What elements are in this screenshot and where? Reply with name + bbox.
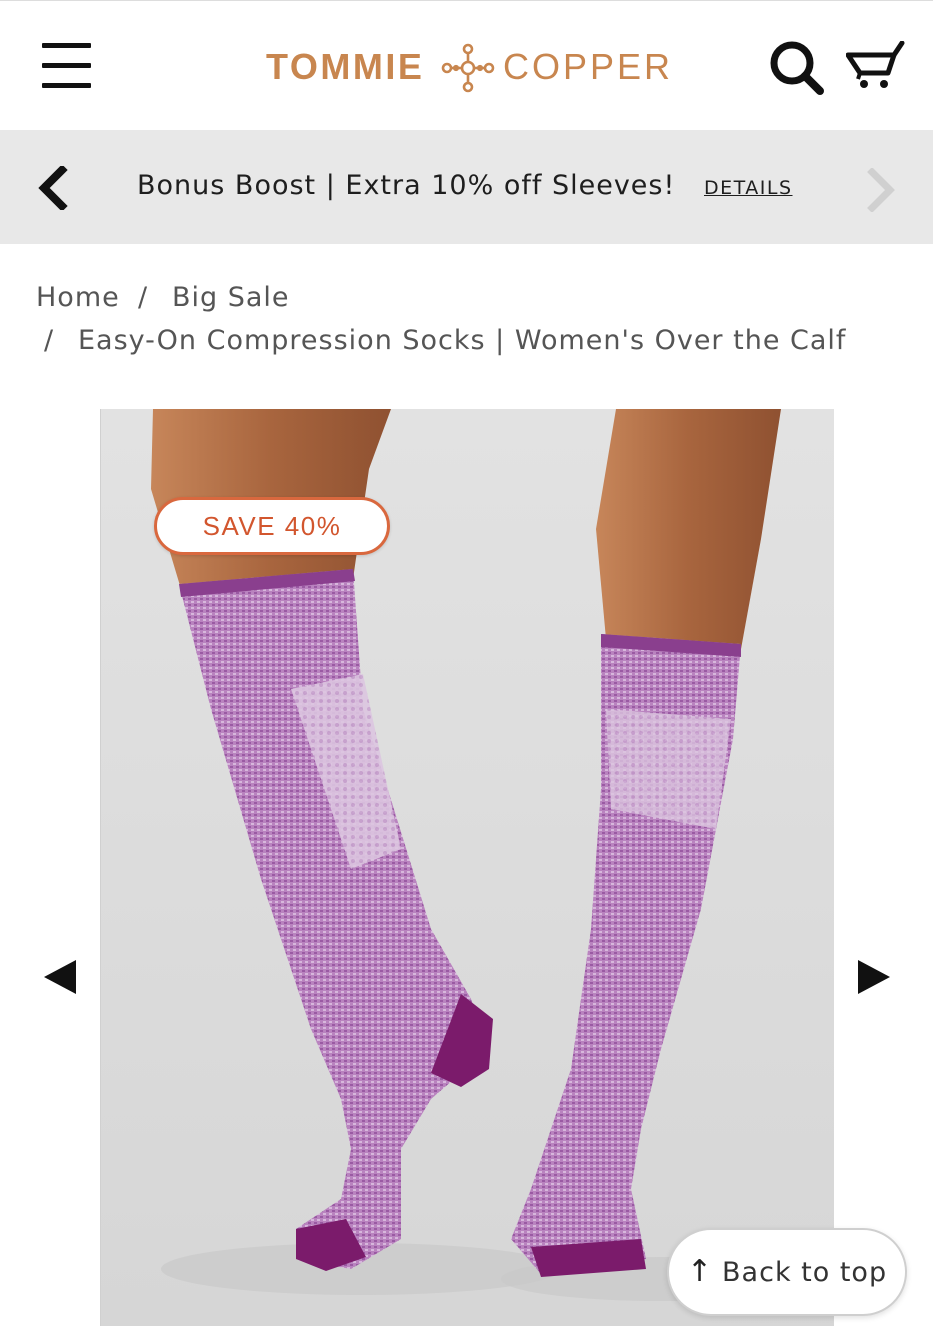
menu-bar: [42, 43, 91, 48]
back-to-top-label: Back to top: [722, 1256, 888, 1288]
breadcrumb-separator: /: [138, 282, 149, 313]
chevron-right-icon: [867, 167, 895, 213]
triangle-right-icon: [858, 960, 890, 994]
promo-banner: Bonus Boost | Extra 10% off Sleeves! DET…: [0, 130, 933, 244]
triangle-left-icon: [44, 960, 76, 994]
breadcrumb-category-link[interactable]: Big Sale: [172, 280, 290, 316]
search-button[interactable]: [766, 37, 828, 97]
promo-message: Bonus Boost | Extra 10% off Sleeves!: [137, 170, 676, 201]
back-to-top-button[interactable]: ↑ Back to top: [667, 1228, 907, 1316]
promo-prev-button[interactable]: [36, 164, 72, 212]
site-header: TOMMIE COPPER: [0, 0, 933, 130]
breadcrumb-home-link[interactable]: Home: [36, 280, 120, 316]
brand-word-2: COPPER: [503, 46, 674, 87]
breadcrumb-separator: /: [44, 325, 55, 356]
brand-word-1: TOMMIE: [266, 46, 425, 87]
search-icon: [770, 41, 824, 95]
brand-logo[interactable]: TOMMIE COPPER: [266, 39, 670, 97]
chevron-left-icon: [38, 164, 68, 212]
promo-next-button[interactable]: [862, 167, 898, 213]
hamburger-menu-button[interactable]: [42, 43, 91, 89]
menu-bar: [42, 83, 91, 88]
breadcrumb: Home / Big Sale / Easy-On Compression So…: [0, 270, 933, 370]
cart-icon: [845, 40, 905, 88]
carousel-next-button[interactable]: [856, 958, 892, 996]
cart-button[interactable]: [845, 40, 906, 91]
carousel-prev-button[interactable]: [42, 958, 78, 996]
copper-molecule-icon: [441, 43, 495, 93]
arrow-up-icon: ↑: [686, 1254, 713, 1289]
discount-badge: SAVE 40%: [154, 497, 390, 555]
breadcrumb-current-page: Easy-On Compression Socks | Women's Over…: [78, 325, 847, 356]
promo-details-link[interactable]: DETAILS: [704, 176, 793, 200]
menu-bar: [42, 63, 91, 68]
